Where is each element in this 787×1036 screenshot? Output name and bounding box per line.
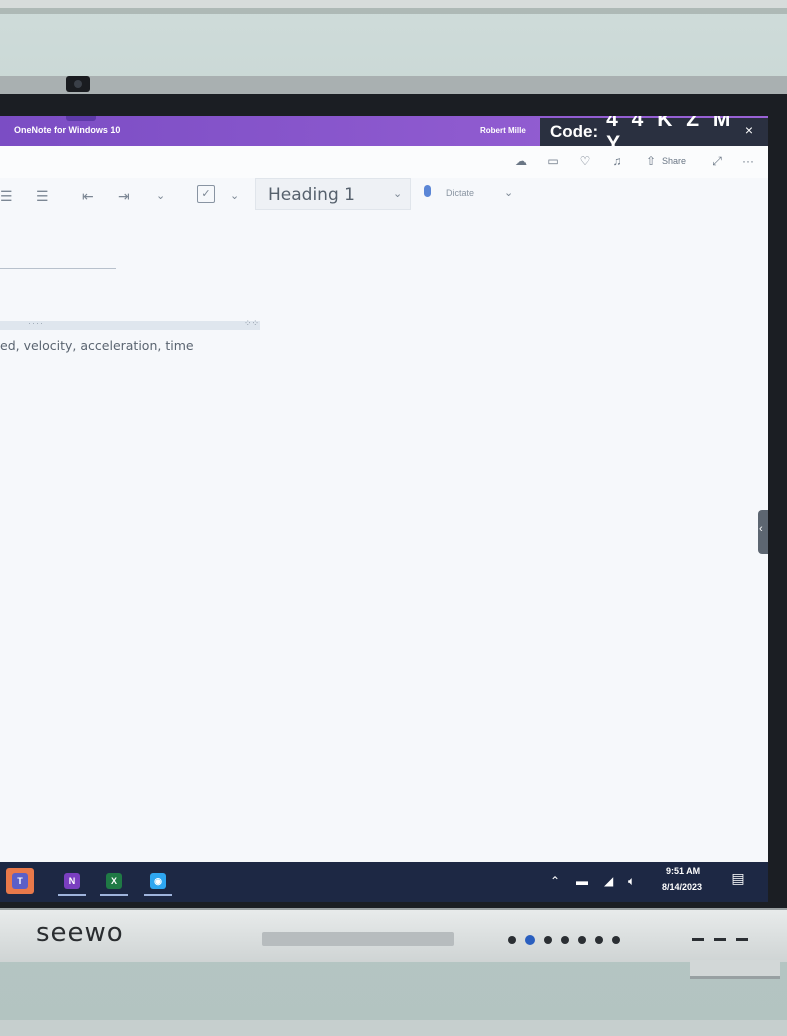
floor <box>0 1020 787 1036</box>
dictate-button[interactable]: Dictate <box>446 188 474 198</box>
note-text[interactable]: ed, velocity, acceleration, time <box>0 338 194 353</box>
chevron-down-icon[interactable]: ⌄ <box>156 188 165 204</box>
style-dropdown[interactable]: Heading 1 ⌄ <box>255 178 411 210</box>
active-indicator <box>100 894 128 896</box>
wifi-icon[interactable]: ◢ <box>604 874 613 888</box>
indent-icon[interactable]: ⇥ <box>118 188 130 204</box>
style-value: Heading 1 <box>268 185 355 205</box>
microphone-icon[interactable] <box>424 185 431 197</box>
brand-logo: seewo <box>36 918 124 948</box>
top-grab-handle[interactable] <box>66 116 96 121</box>
screen: OneNote for Windows 10 Robert Mille Code… <box>0 116 768 902</box>
more-icon[interactable]: ··· <box>741 154 755 168</box>
taskbar-excel-app[interactable]: X <box>100 868 128 896</box>
expand-icon[interactable]: ⤢ <box>710 154 724 168</box>
sticky-note-icon[interactable]: ▭ <box>546 154 560 168</box>
seewo-app-icon: ◉ <box>150 873 166 889</box>
note-canvas[interactable] <box>0 214 768 862</box>
outdent-icon[interactable]: ⇤ <box>82 188 94 204</box>
top-action-bar: ☁ ▭ ♡ ♫ ⇧ Share ⤢ ··· <box>0 146 768 178</box>
active-indicator <box>144 894 172 896</box>
sync-icon[interactable]: ☁ <box>514 154 528 168</box>
bell-icon[interactable]: ♫ <box>610 154 624 168</box>
onenote-icon: N <box>64 873 80 889</box>
taskbar-teams-app[interactable]: T <box>6 868 34 894</box>
teams-icon: T <box>12 873 28 889</box>
page-title-underline <box>0 268 116 269</box>
todo-checkbox-icon[interactable]: ✓ <box>197 185 215 203</box>
chevron-up-icon[interactable]: ⌃ <box>550 874 560 888</box>
bullets-icon[interactable]: ☰ <box>0 188 13 204</box>
title-bar: OneNote for Windows 10 Robert Mille Code… <box>0 116 768 155</box>
join-code-badge: Code: 4 4 K Z M Y <box>540 116 768 155</box>
battery-icon[interactable]: ▬ <box>576 874 588 888</box>
clock-time[interactable]: 9:51 AM <box>666 866 700 876</box>
drag-dots-icon: ···· <box>28 318 44 328</box>
speaker-grille <box>262 932 454 946</box>
notification-icon[interactable]: ▤ <box>728 870 748 892</box>
front-buttons <box>692 938 748 941</box>
taskbar: T N X ◉ ⌃ ▬ ◢ 🔈︎ 9:51 AM 8/14/2023 ▤ <box>0 862 768 902</box>
front-button <box>714 938 726 941</box>
note-container-handle-bar[interactable]: ···· ⁘⁘ <box>0 318 260 330</box>
user-name[interactable]: Robert Mille <box>480 126 526 135</box>
monitor-stand <box>690 960 780 979</box>
resize-handle-icon[interactable]: ⁘⁘ <box>244 318 259 329</box>
clock-date[interactable]: 8/14/2023 <box>662 882 702 892</box>
active-indicator <box>58 894 86 896</box>
camera-icon <box>66 76 90 92</box>
indicator-dot-active <box>525 935 535 945</box>
close-icon[interactable]: × <box>741 122 757 138</box>
indicator-dot <box>508 936 516 944</box>
indicator-dots <box>508 935 620 945</box>
indicator-dot <box>612 936 620 944</box>
chevron-down-icon[interactable]: ⌄ <box>230 188 239 204</box>
share-icon[interactable]: ⇧ <box>644 154 658 168</box>
indicator-dot <box>544 936 552 944</box>
front-button <box>692 938 704 941</box>
join-code-label: Code: <box>550 122 599 141</box>
taskbar-seewo-app[interactable]: ◉ <box>144 868 172 896</box>
indicator-dot <box>578 936 586 944</box>
chevron-down-icon: ⌄ <box>393 188 403 200</box>
lightbulb-icon[interactable]: ♡ <box>578 154 592 168</box>
side-panel-toggle[interactable] <box>758 510 768 554</box>
volume-icon[interactable]: 🔈︎ <box>628 874 635 889</box>
taskbar-onenote-app[interactable]: N <box>58 868 86 896</box>
excel-icon: X <box>106 873 122 889</box>
app-title: OneNote for Windows 10 <box>14 125 121 135</box>
chevron-down-icon[interactable]: ⌄ <box>504 186 513 199</box>
share-button[interactable]: Share <box>662 156 686 166</box>
numbering-icon[interactable]: ☰ <box>36 188 49 204</box>
indicator-dot <box>595 936 603 944</box>
indicator-dot <box>561 936 569 944</box>
wall-trim <box>0 8 787 14</box>
front-button <box>736 938 748 941</box>
